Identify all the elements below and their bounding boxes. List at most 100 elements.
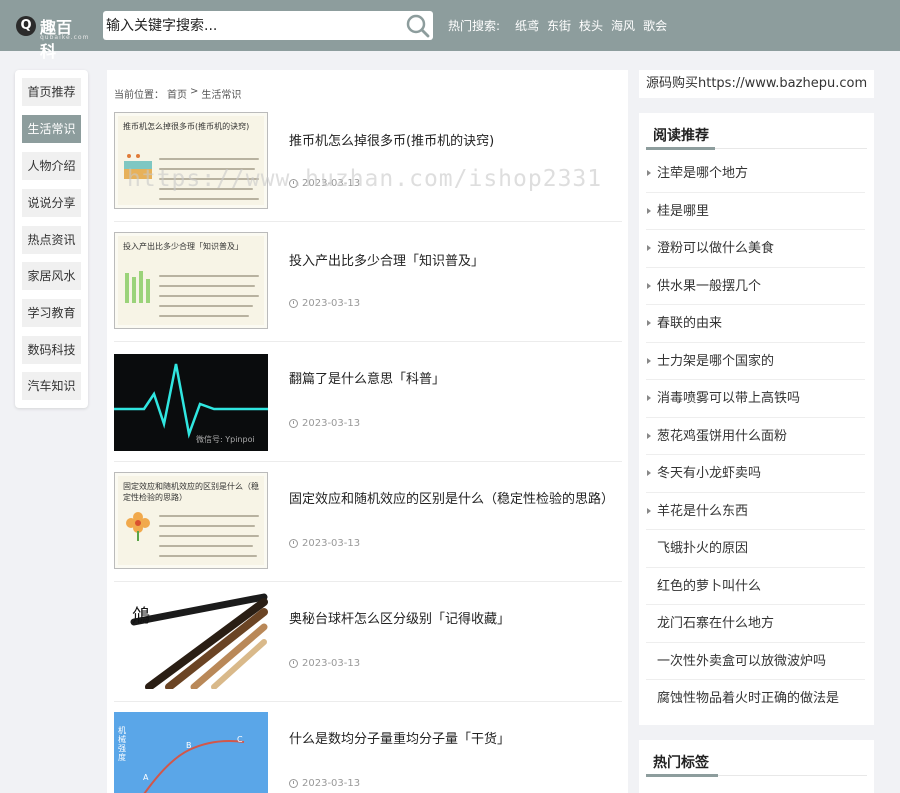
recommend-item[interactable]: 注荦是哪个地方 <box>646 155 865 193</box>
recommend-item[interactable]: 龙门石寨在什么地方 <box>646 605 865 643</box>
thumbnail-caption: 固定效应和随机效应的区别是什么（稳定性检验的思路） <box>123 482 259 502</box>
clock-icon <box>289 419 298 428</box>
search-box <box>103 11 433 40</box>
article-title[interactable]: 奥秘台球杆怎么区分级别「记得收藏」 <box>289 608 510 627</box>
nav-item-quotes[interactable]: 说说分享 <box>22 189 81 217</box>
article-date: 2023-03-13 <box>289 178 360 189</box>
site-logo[interactable]: Q 趣百科 qubaike.com <box>16 10 90 61</box>
title-accent <box>646 774 718 777</box>
article-date: 2023-03-13 <box>289 658 360 669</box>
nav-item-news[interactable]: 热点资讯 <box>22 226 81 254</box>
recommend-item[interactable]: 葱花鸡蛋饼用什么面粉 <box>646 418 865 455</box>
tags-panel: 热门标签 <box>639 740 874 793</box>
article-date-text: 2023-03-13 <box>302 658 361 669</box>
recommend-panel: 阅读推荐 注荦是哪个地方 桂是哪里 澄粉可以做什么美食 供水果一般摆几个 春联的… <box>639 113 874 725</box>
nav-item-education[interactable]: 学习教育 <box>22 299 81 327</box>
article-date-text: 2023-03-13 <box>302 178 361 189</box>
clock-icon <box>289 539 298 548</box>
logo-subtext: qubaike.com <box>40 34 90 41</box>
hot-search-link[interactable]: 海风 <box>611 17 635 34</box>
article-thumbnail[interactable]: 微信号: Ypinpoi <box>114 354 268 451</box>
breadcrumb: 当前位置： 首页 > 生活常识 <box>114 86 241 101</box>
breadcrumb-current: 生活常识 <box>201 90 242 101</box>
thumbnail-caption: 微信号: Ypinpoi <box>196 435 255 444</box>
breadcrumb-home[interactable]: 首页 <box>167 86 187 101</box>
category-nav: 首页推荐 生活常识 人物介绍 说说分享 热点资讯 家居风水 学习教育 数码科技 … <box>15 70 88 408</box>
top-header: Q 趣百科 qubaike.com 热门搜索: 纸鸢 东街 枝头 海风 歌会 <box>0 0 900 61</box>
article-list: 当前位置： 首页 > 生活常识 https://www.huzhan.com/i… <box>107 70 628 793</box>
article-thumbnail[interactable]: 投入产出比多少合理「知识普及」 <box>114 232 268 329</box>
article-title[interactable]: 推币机怎么掉很多币(推币机的诀窍) <box>289 130 494 149</box>
bars-icon <box>125 271 150 303</box>
article-item: 推币机怎么掉很多币(推币机的诀窍) 推币机怎么掉很多币(推币机的诀窍) 2023… <box>114 102 622 222</box>
nav-item-people[interactable]: 人物介绍 <box>22 152 81 180</box>
recommend-item[interactable]: 腐蚀性物品着火时正确的做法是 <box>646 680 865 718</box>
thumbnail-caption: 机械强度 <box>118 726 126 762</box>
hot-search-link[interactable]: 纸鸢 <box>515 17 539 34</box>
hot-search-link[interactable]: 歌会 <box>643 17 667 34</box>
nav-item-tech[interactable]: 数码科技 <box>22 336 81 364</box>
article-title[interactable]: 固定效应和随机效应的区别是什么（稳定性检验的思路） <box>289 488 614 507</box>
article-date-text: 2023-03-13 <box>302 298 361 309</box>
article-item: 固定效应和随机效应的区别是什么（稳定性检验的思路） 固定效应和随机效应的区别是什… <box>114 462 622 582</box>
article-item: A B C 机械强度 什么是数均分子量重均分子量「干货」 2023-03-13 <box>114 702 622 793</box>
nav-item-life[interactable]: 生活常识 <box>22 115 81 143</box>
clock-icon <box>289 179 298 188</box>
recommend-item[interactable]: 羊花是什么东西 <box>646 493 865 530</box>
article-thumbnail[interactable]: 固定效应和随机效应的区别是什么（稳定性检验的思路） <box>114 472 268 569</box>
article-thumbnail[interactable]: 推币机怎么掉很多币(推币机的诀窍) <box>114 112 268 209</box>
recommend-item[interactable]: 春联的由来 <box>646 305 865 343</box>
recommend-item[interactable]: 桂是哪里 <box>646 193 865 230</box>
hot-search-link[interactable]: 东街 <box>547 17 571 34</box>
curve-icon: A B C <box>143 735 245 793</box>
recommend-item[interactable]: 供水果一般摆几个 <box>646 268 865 305</box>
nav-item-cars[interactable]: 汽车知识 <box>22 372 81 400</box>
article-date: 2023-03-13 <box>289 778 360 789</box>
article-date: 2023-03-13 <box>289 298 360 309</box>
search-input[interactable] <box>103 11 398 40</box>
breadcrumb-label: 当前位置： <box>114 90 164 101</box>
article-date-text: 2023-03-13 <box>302 778 361 789</box>
thumbnail-caption: 推币机怎么掉很多币(推币机的诀窍) <box>123 122 250 131</box>
svg-text:C: C <box>237 735 243 744</box>
logo-mark-icon: Q <box>16 16 36 36</box>
search-button[interactable] <box>403 11 433 40</box>
recommend-item[interactable]: 消毒喷雾可以带上高铁吗 <box>646 380 865 418</box>
cue-stick-icon: 䲸 <box>130 593 268 689</box>
recommend-list: 注荦是哪个地方 桂是哪里 澄粉可以做什么美食 供水果一般摆几个 春联的由来 士力… <box>646 155 865 718</box>
hot-search-links: 纸鸢 东街 枝头 海风 歌会 <box>515 17 667 34</box>
hot-search-link[interactable]: 枝头 <box>579 17 603 34</box>
nav-item-home[interactable]: 首页推荐 <box>22 78 81 106</box>
svg-text:䲸: 䲸 <box>132 606 150 627</box>
recommend-item[interactable]: 一次性外卖盒可以放微波炉吗 <box>646 643 865 680</box>
article-item: 䲸 奥秘台球杆怎么区分级别「记得收藏」 2023-03-13 <box>114 582 622 702</box>
article-date-text: 2023-03-13 <box>302 538 361 549</box>
article-title[interactable]: 投入产出比多少合理「知识普及」 <box>289 250 484 269</box>
ad-link[interactable]: 源码购买https://www.bazhepu.com <box>639 70 874 98</box>
clock-icon <box>289 299 298 308</box>
svg-text:B: B <box>186 741 192 750</box>
hot-search-label: 热门搜索: <box>448 19 501 33</box>
recommend-item[interactable]: 红色的萝卜叫什么 <box>646 568 865 605</box>
article-item: 微信号: Ypinpoi 翻篇了是什么意思「科普」 2023-03-13 <box>114 342 622 462</box>
article-title[interactable]: 什么是数均分子量重均分子量「干货」 <box>289 728 510 747</box>
nav-item-fengshui[interactable]: 家居风水 <box>22 262 81 290</box>
recommend-item[interactable]: 澄粉可以做什么美食 <box>646 230 865 268</box>
article-date-text: 2023-03-13 <box>302 418 361 429</box>
article-item: 投入产出比多少合理「知识普及」 投入产出比多少合理「知识普及」 2023-03-… <box>114 222 622 342</box>
flower-icon <box>126 512 150 541</box>
search-icon <box>406 14 430 38</box>
recommend-title: 阅读推荐 <box>653 128 709 144</box>
recommend-item[interactable]: 飞蛾扑火的原因 <box>646 530 865 568</box>
article-date: 2023-03-13 <box>289 538 360 549</box>
thumbnail-caption: 投入产出比多少合理「知识普及」 <box>123 242 243 251</box>
article-thumbnail[interactable]: 䲸 <box>114 592 268 689</box>
recommend-item[interactable]: 冬天有小龙虾卖吗 <box>646 455 865 493</box>
article-title[interactable]: 翻篇了是什么意思「科普」 <box>289 368 445 387</box>
recommend-item[interactable]: 士力架是哪个国家的 <box>646 343 865 380</box>
coin-machine-icon <box>124 154 152 179</box>
article-thumbnail[interactable]: A B C 机械强度 <box>114 712 268 793</box>
article-date: 2023-03-13 <box>289 418 360 429</box>
breadcrumb-separator: > <box>190 86 199 97</box>
title-accent <box>646 147 715 150</box>
